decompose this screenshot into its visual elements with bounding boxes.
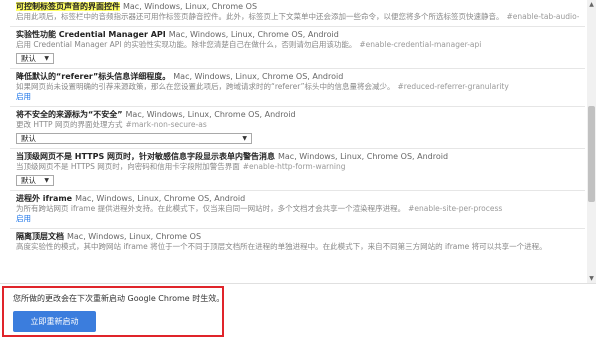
chevron-down-icon: ▼ — [44, 176, 49, 184]
flag-description-text: 如果网页尚未设置明确的引荐来源政策，那么在您设置此项后，跨域请求时的“refer… — [16, 82, 395, 91]
flag-title: 降低默认的“referer”标头信息详细程度。 Mac, Windows, Lin… — [16, 72, 579, 82]
flag-title-text: 进程外 iframe — [16, 194, 73, 203]
flag-description-text: 为所有跨站网页 iframe 提供进程外支持。在此模式下，仅当来自同一网站时，多… — [16, 204, 406, 213]
flag-title-text: 隔离顶层文档 — [16, 232, 64, 241]
flag-state-select[interactable]: 默认 ▼ — [16, 133, 252, 144]
flag-platforms: Mac, Windows, Linux, Chrome OS — [67, 232, 202, 241]
flag-enable-http-form-warning: 当顶级网页不是 HTTPS 网页时，针对敏感信息字段显示表单内警告消息 Mac, … — [10, 149, 585, 191]
flag-platforms: Mac, Windows, Linux, Chrome OS, Android — [173, 72, 344, 81]
flag-hash-link[interactable]: #enable-tab-audio-muting — [507, 12, 580, 21]
flag-state-select[interactable]: 默认 ▼ — [16, 53, 54, 64]
flag-description-text: 高度实验性的模式，其中跨网站 iframe 将位于一个不同于顶层文档所在进程的单… — [16, 242, 547, 251]
flag-description-text: 更改 HTTP 网页的界面处理方式 — [16, 120, 123, 129]
flag-hash-link[interactable]: #reduced-referrer-granularity — [398, 82, 509, 91]
flag-enable-site-per-process: 进程外 iframe Mac, Windows, Linux, Chrome OS… — [10, 191, 585, 229]
enable-link[interactable]: 启用 — [16, 214, 579, 224]
flag-description: 启用此项后，标签栏中的音频指示器还可用作标签页静音控件。此外，标签页上下文菜单中… — [16, 12, 579, 22]
flag-description: 高度实验性的模式，其中跨网站 iframe 将位于一个不同于顶层文档所在进程的单… — [16, 242, 579, 252]
chrome-flags-page: 可控制标签页声音的界面控件 Mac, Windows, Linux, Chrome… — [0, 0, 596, 339]
chevron-down-icon: ▼ — [242, 134, 247, 142]
flag-enable-tab-audio-muting: 可控制标签页声音的界面控件 Mac, Windows, Linux, Chrome… — [10, 0, 585, 27]
flag-title-text: 将不安全的来源标为“不安全” — [16, 110, 123, 119]
select-value: 默认 — [21, 53, 36, 63]
flag-description-text: 当顶级网页不是 HTTPS 网页时，向密码和信用卡字段附加警告界面 — [16, 162, 240, 171]
flag-title: 当顶级网页不是 HTTPS 网页时，针对敏感信息字段显示表单内警告消息 Mac, … — [16, 152, 579, 162]
flag-title: 可控制标签页声音的界面控件 Mac, Windows, Linux, Chrome… — [16, 2, 579, 12]
flag-platforms: Mac, Windows, Linux, Chrome OS, Android — [168, 30, 339, 39]
chevron-down-icon: ▼ — [44, 54, 49, 62]
select-value: 默认 — [21, 133, 36, 143]
select-value: 默认 — [21, 175, 36, 185]
flag-description: 为所有跨站网页 iframe 提供进程外支持。在此模式下，仅当来自同一网站时，多… — [16, 204, 579, 214]
scroll-down-arrow-icon[interactable]: ▼ — [587, 274, 596, 283]
flag-description: 当顶级网页不是 HTTPS 网页时，向密码和信用卡字段附加警告界面 #enable… — [16, 162, 579, 172]
flag-mark-non-secure-as: 将不安全的来源标为“不安全” Mac, Windows, Linux, Chrom… — [10, 107, 585, 149]
flag-platforms: Mac, Windows, Linux, Chrome OS, Android — [75, 194, 246, 203]
flag-description: 如果网页尚未设置明确的引荐来源政策，那么在您设置此项后，跨域请求时的“refer… — [16, 82, 579, 92]
flag-hash-link[interactable]: #enable-credential-manager-api — [359, 40, 481, 49]
flag-platforms: Mac, Windows, Linux, Chrome OS, Android — [125, 110, 296, 119]
flag-hash-link[interactable]: #enable-site-per-process — [408, 204, 502, 213]
flag-title-text: 实验性功能 Credential Manager API — [16, 30, 166, 39]
flag-hash-link[interactable]: #mark-non-secure-as — [125, 120, 206, 129]
flag-title: 实验性功能 Credential Manager API Mac, Windows… — [16, 30, 579, 40]
flag-platforms: Mac, Windows, Linux, Chrome OS, Android — [278, 152, 449, 161]
scrollbar-thumb[interactable] — [588, 106, 595, 202]
flag-description-text: 启用此项后，标签栏中的音频指示器还可用作标签页静音控件。此外，标签页上下文菜单中… — [16, 12, 504, 21]
flag-description: 启用 Credential Manager API 的实验性实现功能。除非您清楚… — [16, 40, 579, 50]
flag-credential-manager-api: 实验性功能 Credential Manager API Mac, Windows… — [10, 27, 585, 69]
flag-title-text: 降低默认的“referer”标头信息详细程度。 — [16, 72, 171, 81]
flag-title: 隔离顶层文档 Mac, Windows, Linux, Chrome OS — [16, 232, 579, 242]
scroll-up-arrow-icon[interactable]: ▲ — [587, 0, 596, 9]
enable-link[interactable]: 启用 — [16, 92, 579, 102]
annotation-highlight-box — [2, 286, 224, 337]
flags-list: 可控制标签页声音的界面控件 Mac, Windows, Linux, Chrome… — [10, 0, 585, 283]
vertical-scrollbar[interactable]: ▲ ▼ — [587, 0, 596, 283]
flag-platforms: Mac, Windows, Linux, Chrome OS — [123, 2, 258, 11]
flag-description-text: 启用 Credential Manager API 的实验性实现功能。除非您清楚… — [16, 40, 357, 49]
flag-title: 进程外 iframe Mac, Windows, Linux, Chrome OS… — [16, 194, 579, 204]
flag-hash-link[interactable]: #enable-http-form-warning — [243, 162, 346, 171]
flag-description: 更改 HTTP 网页的界面处理方式 #mark-non-secure-as — [16, 120, 579, 130]
flag-state-select[interactable]: 默认 ▼ — [16, 175, 54, 186]
flag-title-text: 当顶级网页不是 HTTPS 网页时，针对敏感信息字段显示表单内警告消息 — [16, 152, 275, 161]
flag-title-text: 可控制标签页声音的界面控件 — [16, 2, 120, 11]
flag-reduced-referrer-granularity: 降低默认的“referer”标头信息详细程度。 Mac, Windows, Lin… — [10, 69, 585, 107]
flag-title: 将不安全的来源标为“不安全” Mac, Windows, Linux, Chrom… — [16, 110, 579, 120]
flag-isolate-top-document: 隔离顶层文档 Mac, Windows, Linux, Chrome OS 高度实… — [10, 229, 585, 256]
